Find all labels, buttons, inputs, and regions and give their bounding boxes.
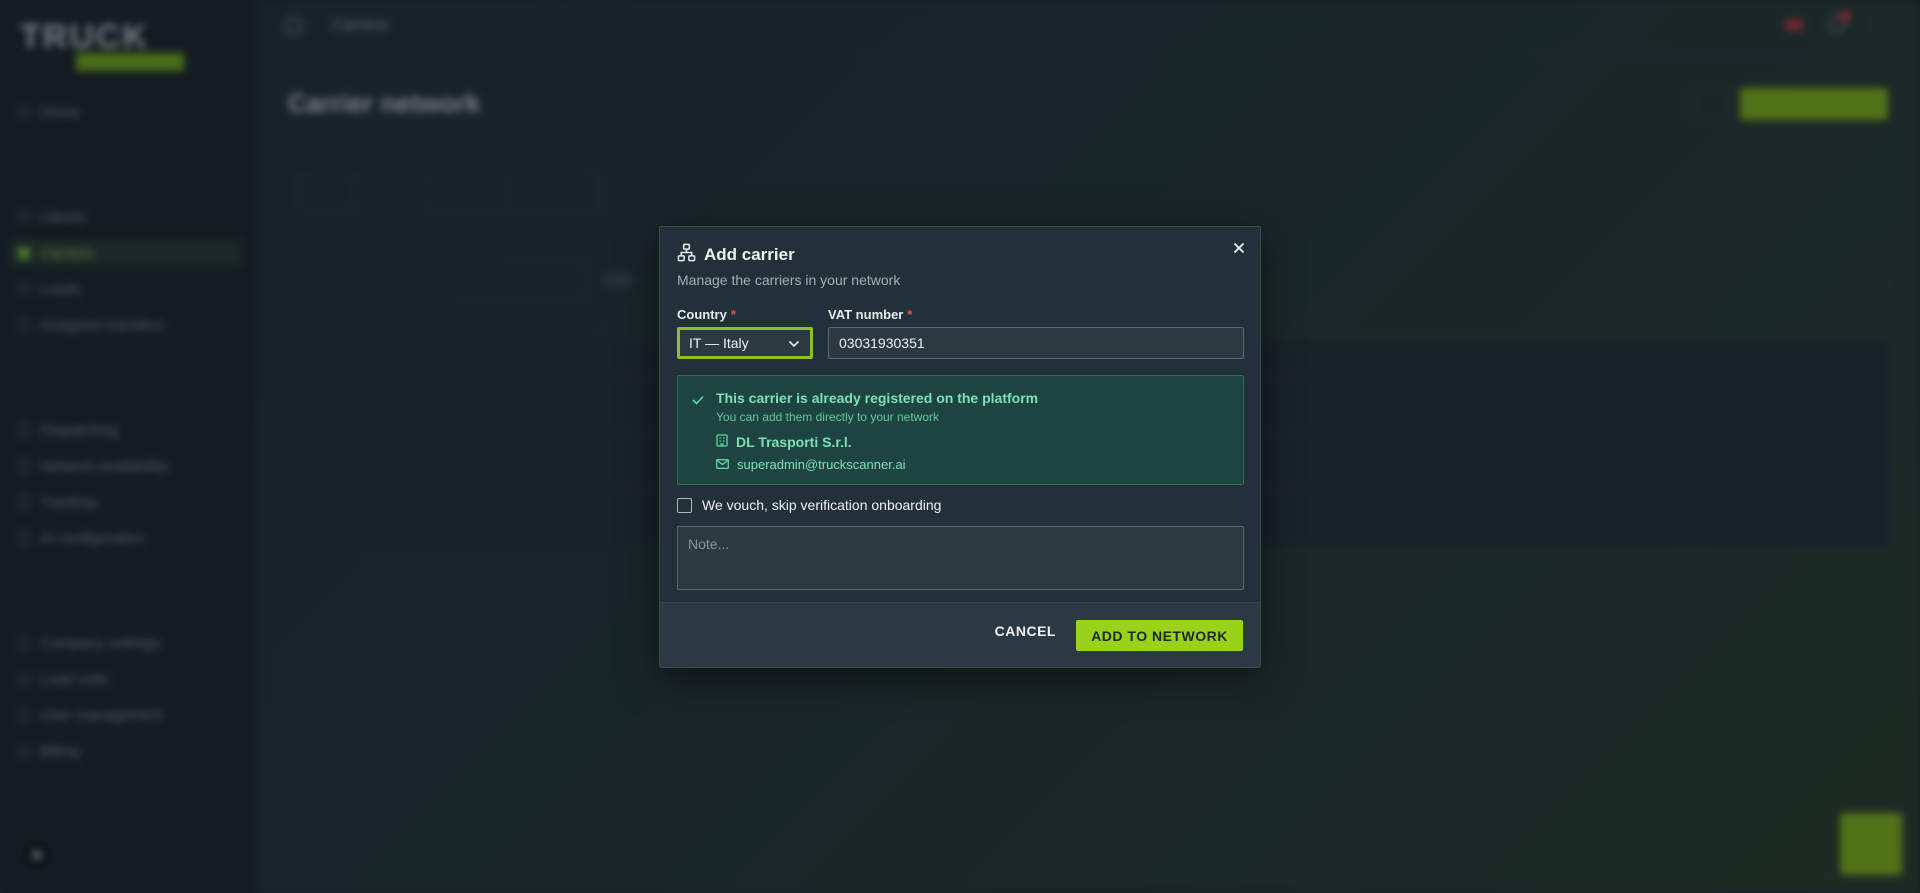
vat-number-input[interactable] bbox=[828, 327, 1244, 359]
dialog-title: Add carrier bbox=[704, 245, 795, 264]
carrier-found-notice: This carrier is already registered on th… bbox=[677, 375, 1244, 485]
company-name: DL Trasporti S.r.l. bbox=[736, 434, 852, 450]
notice-title: This carrier is already registered on th… bbox=[716, 390, 1039, 406]
vouch-label: We vouch, skip verification onboarding bbox=[702, 497, 942, 513]
add-to-network-button[interactable]: ADD TO NETWORK bbox=[1076, 620, 1243, 651]
vouch-checkbox-row[interactable]: We vouch, skip verification onboarding bbox=[677, 497, 941, 513]
email-row: superadmin@truckscanner.ai bbox=[716, 457, 906, 472]
vat-label-text: VAT number bbox=[828, 307, 904, 322]
required-marker: * bbox=[730, 307, 736, 322]
close-icon[interactable] bbox=[1230, 239, 1248, 257]
vouch-checkbox[interactable] bbox=[677, 497, 692, 513]
network-icon bbox=[677, 243, 696, 267]
required-marker: * bbox=[907, 307, 913, 322]
country-select[interactable]: IT — Italy bbox=[677, 327, 813, 359]
notice-subtitle: You can add them directly to your networ… bbox=[716, 410, 940, 424]
building-icon bbox=[716, 434, 728, 450]
check-icon bbox=[692, 392, 704, 410]
country-label: Country * bbox=[677, 307, 736, 322]
country-value: IT — Italy bbox=[689, 335, 749, 351]
cancel-button[interactable]: CANCEL bbox=[995, 623, 1056, 639]
add-carrier-dialog: Add carrier Manage the carriers in your … bbox=[659, 226, 1261, 668]
dialog-subtitle: Manage the carriers in your network bbox=[677, 272, 901, 288]
company-email: superadmin@truckscanner.ai bbox=[737, 457, 906, 472]
mail-icon bbox=[716, 457, 729, 472]
note-textarea[interactable] bbox=[677, 526, 1244, 590]
country-label-text: Country bbox=[677, 307, 727, 322]
chevron-down-icon bbox=[788, 335, 800, 351]
dialog-header: Add carrier bbox=[677, 243, 795, 267]
dialog-footer: CANCEL ADD TO NETWORK bbox=[660, 602, 1260, 667]
vat-label: VAT number * bbox=[828, 307, 912, 322]
company-row: DL Trasporti S.r.l. bbox=[716, 434, 852, 450]
